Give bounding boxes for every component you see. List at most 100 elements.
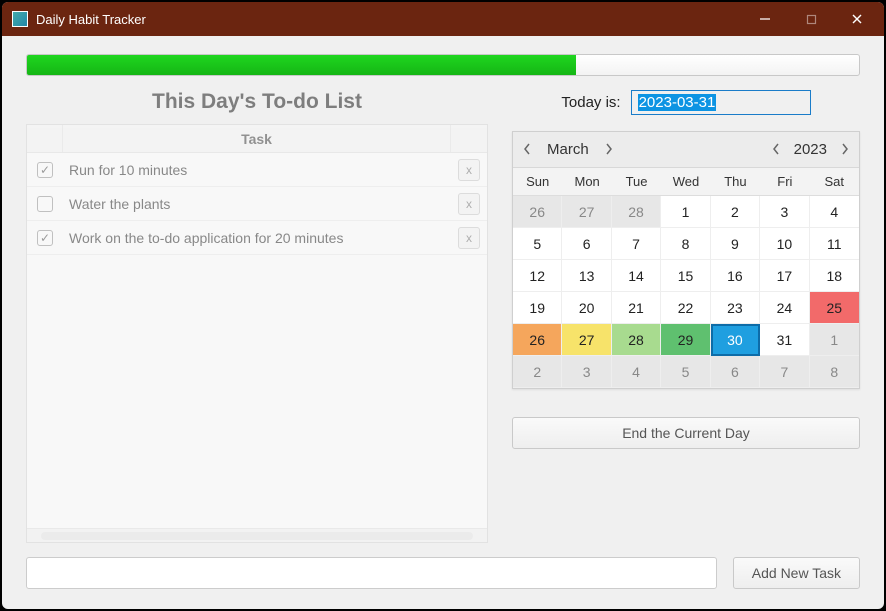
- calendar-day[interactable]: 23: [711, 292, 760, 324]
- end-day-button[interactable]: End the Current Day: [512, 417, 860, 449]
- chevron-left-icon: [772, 143, 780, 155]
- progress-bar: [26, 54, 860, 76]
- left-pane: This Day's To-do List Task ✓Run for 10 m…: [26, 90, 488, 543]
- calendar-day[interactable]: 30: [711, 324, 760, 356]
- calendar-day[interactable]: 5: [513, 228, 562, 260]
- dow-label: Sat: [810, 168, 859, 195]
- task-table-body: ✓Run for 10 minutesxWater the plantsx✓Wo…: [27, 153, 487, 528]
- calendar-day[interactable]: 3: [760, 196, 809, 228]
- close-icon: [851, 13, 863, 25]
- calendar-day[interactable]: 14: [612, 260, 661, 292]
- add-task-button[interactable]: Add New Task: [733, 557, 860, 589]
- table-row: ✓ Work on the to-do application for 20 mi…: [27, 221, 487, 255]
- calendar-day[interactable]: 25: [810, 292, 859, 324]
- calendar-day[interactable]: 27: [562, 324, 611, 356]
- calendar-day[interactable]: 31: [760, 324, 809, 356]
- calendar-day[interactable]: 2: [711, 196, 760, 228]
- task-table: Task ✓Run for 10 minutesxWater the plant…: [26, 124, 488, 543]
- today-label: Today is:: [561, 94, 620, 111]
- minimize-button[interactable]: [742, 4, 788, 34]
- minimize-icon: [759, 13, 771, 25]
- delete-task-button[interactable]: x: [458, 227, 480, 249]
- col-delete-header: [451, 125, 487, 152]
- calendar-day[interactable]: 21: [612, 292, 661, 324]
- next-month-button[interactable]: [595, 142, 623, 158]
- prev-year-button[interactable]: [762, 142, 790, 158]
- calendar-year[interactable]: 2023: [790, 141, 831, 158]
- calendar-header: March 2023: [513, 132, 859, 168]
- dow-label: Fri: [760, 168, 809, 195]
- dow-label: Thu: [711, 168, 760, 195]
- calendar-day[interactable]: 1: [661, 196, 710, 228]
- calendar-day[interactable]: 22: [661, 292, 710, 324]
- task-text: Work on the to-do application for 20 min…: [63, 230, 451, 246]
- close-button[interactable]: [834, 4, 880, 34]
- calendar-day[interactable]: 4: [612, 356, 661, 388]
- calendar-day[interactable]: 10: [760, 228, 809, 260]
- col-checkbox-header: [27, 125, 63, 152]
- calendar-day[interactable]: 1: [810, 324, 859, 356]
- new-task-input[interactable]: [26, 557, 717, 589]
- calendar-day[interactable]: 12: [513, 260, 562, 292]
- calendar-day[interactable]: 19: [513, 292, 562, 324]
- calendar-day[interactable]: 16: [711, 260, 760, 292]
- calendar-day[interactable]: 7: [612, 228, 661, 260]
- calendar-day[interactable]: 29: [661, 324, 710, 356]
- calendar-day[interactable]: 26: [513, 324, 562, 356]
- calendar-day[interactable]: 15: [661, 260, 710, 292]
- calendar-month[interactable]: March: [541, 141, 595, 158]
- dow-label: Mon: [562, 168, 611, 195]
- app-icon: [12, 11, 28, 27]
- calendar-day[interactable]: 3: [562, 356, 611, 388]
- col-task-header: Task: [63, 125, 451, 152]
- maximize-icon: [806, 14, 817, 25]
- content-area: This Day's To-do List Task ✓Run for 10 m…: [2, 36, 884, 609]
- calendar-day[interactable]: 6: [562, 228, 611, 260]
- calendar-day[interactable]: 28: [612, 196, 661, 228]
- prev-month-button[interactable]: [513, 142, 541, 158]
- task-text: Run for 10 minutes: [63, 162, 451, 178]
- calendar-day[interactable]: 20: [562, 292, 611, 324]
- right-pane: Today is: 2023-03-31 March: [512, 90, 860, 543]
- window-title: Daily Habit Tracker: [36, 12, 742, 27]
- calendar-day[interactable]: 7: [760, 356, 809, 388]
- task-checkbox[interactable]: [37, 196, 53, 212]
- chevron-left-icon: [523, 143, 531, 155]
- task-checkbox[interactable]: ✓: [37, 162, 53, 178]
- table-row: Water the plantsx: [27, 187, 487, 221]
- titlebar[interactable]: Daily Habit Tracker: [2, 2, 884, 36]
- progress-fill: [27, 55, 576, 75]
- calendar-day[interactable]: 26: [513, 196, 562, 228]
- today-row: Today is: 2023-03-31: [512, 90, 860, 115]
- calendar-day[interactable]: 6: [711, 356, 760, 388]
- delete-task-button[interactable]: x: [458, 193, 480, 215]
- horizontal-scrollbar[interactable]: [27, 528, 487, 542]
- today-date-input[interactable]: 2023-03-31: [631, 90, 811, 115]
- calendar-day[interactable]: 5: [661, 356, 710, 388]
- calendar-day[interactable]: 28: [612, 324, 661, 356]
- add-task-row: Add New Task: [26, 557, 860, 589]
- columns: This Day's To-do List Task ✓Run for 10 m…: [26, 90, 860, 543]
- task-checkbox[interactable]: ✓: [37, 230, 53, 246]
- chevron-right-icon: [841, 143, 849, 155]
- task-table-header: Task: [27, 125, 487, 153]
- calendar-dow-row: SunMonTueWedThuFriSat: [513, 168, 859, 196]
- app-window: Daily Habit Tracker This Day's To-do Lis…: [0, 0, 886, 611]
- calendar-day[interactable]: 8: [661, 228, 710, 260]
- calendar-day[interactable]: 4: [810, 196, 859, 228]
- calendar-day[interactable]: 18: [810, 260, 859, 292]
- calendar-day[interactable]: 11: [810, 228, 859, 260]
- delete-task-button[interactable]: x: [458, 159, 480, 181]
- dow-label: Sun: [513, 168, 562, 195]
- next-year-button[interactable]: [831, 142, 859, 158]
- dow-label: Tue: [612, 168, 661, 195]
- calendar-day[interactable]: 2: [513, 356, 562, 388]
- calendar-day[interactable]: 13: [562, 260, 611, 292]
- calendar-day[interactable]: 17: [760, 260, 809, 292]
- calendar: March 2023 SunMonTueWedThuFriSa: [512, 131, 860, 389]
- calendar-day[interactable]: 24: [760, 292, 809, 324]
- calendar-day[interactable]: 8: [810, 356, 859, 388]
- calendar-day[interactable]: 9: [711, 228, 760, 260]
- table-row: ✓ Run for 10 minutes x: [27, 153, 487, 187]
- calendar-day[interactable]: 27: [562, 196, 611, 228]
